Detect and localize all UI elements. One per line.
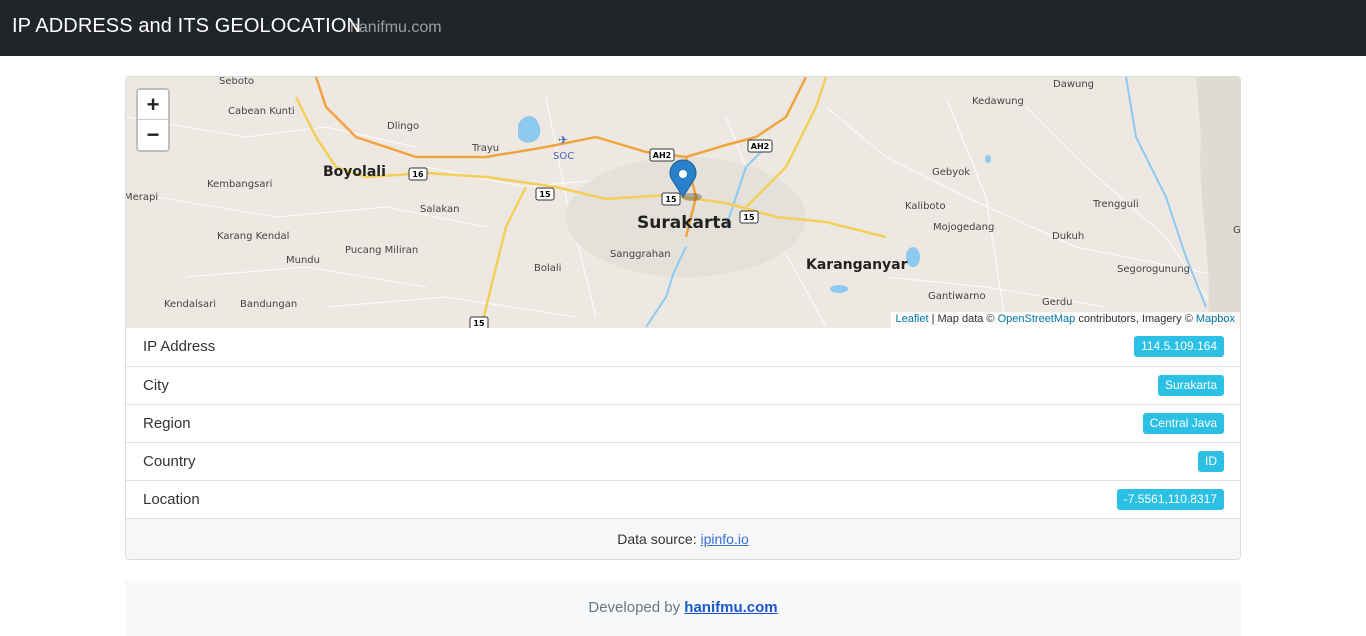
map-label-dlingo: Dlingo [387,121,419,132]
map-label-trengguli: Trengguli [1092,199,1139,210]
map-label-g: G [1233,225,1240,236]
map-label-boyolali: Boyolali [323,164,386,180]
map-label-mojogedang: Mojogedang [933,222,994,233]
map-label-dukuh: Dukuh [1052,231,1084,242]
map-label-sanggrahan: Sanggrahan [610,249,671,260]
value-badge: -7.5561,110.8317 [1116,489,1224,510]
list-item-label: IP Address [143,338,216,355]
map-attribution: Leaflet | Map data © OpenStreetMap contr… [890,312,1240,328]
map-label-kaliboto: Kaliboto [905,201,946,212]
map-label-karanganyar: Karanganyar [806,257,908,273]
road-shield-15: 15 [665,195,677,204]
list-item-city: City Surakarta [126,366,1240,404]
map-label-bolali: Bolali [534,263,561,274]
map-label-salakan: Salakan [420,204,459,215]
map-tiles: 16 15 15 15 15 AH2 AH2 ✈ Seboto Cabean K… [126,77,1240,328]
airport-icon: ✈ [558,133,568,147]
nav-link-hanifmu[interactable]: hanifmu.com [350,19,442,37]
openstreetmap-link[interactable]: OpenStreetMap [998,313,1076,325]
map[interactable]: 16 15 15 15 15 AH2 AH2 ✈ Seboto Cabean K… [126,77,1240,328]
map-label-segorogunung: Segorogunung [1117,264,1190,275]
map-label-kendalsari: Kendalsari [164,299,216,310]
geolocation-card: 16 15 15 15 15 AH2 AH2 ✈ Seboto Cabean K… [125,76,1241,560]
list-item-location: Location -7.5561,110.8317 [126,480,1240,518]
map-label-cabean-kunti: Cabean Kunti [228,106,295,117]
map-label-dawung: Dawung [1053,79,1094,90]
data-source-text: Data source: [617,531,701,547]
map-label-seboto: Seboto [219,77,254,87]
map-label-karang-kendal: Karang Kendal [217,231,289,242]
map-label-gerdu: Gerdu [1042,297,1073,308]
road-shield-15: 15 [743,213,755,222]
attribution-text: contributors, Imagery © [1075,313,1196,325]
zoom-control: + − [136,88,170,152]
list-item-label: Region [143,415,191,432]
card-footer: Data source: ipinfo.io [126,518,1240,559]
zoom-out-button[interactable]: − [138,120,168,150]
value-badge: Central Java [1142,413,1224,434]
map-label-surakarta: Surakarta [637,213,732,233]
value-badge: 114.5.109.164 [1134,336,1224,357]
details-list: IP Address 114.5.109.164 City Surakarta … [126,328,1240,518]
map-label-gantiwarno: Gantiwarno [928,291,986,302]
developer-link[interactable]: hanifmu.com [684,599,777,616]
list-item-label: Location [143,491,200,508]
road-shield-ah2: AH2 [751,142,769,151]
map-label-trayu: Trayu [471,143,499,154]
reservoir [518,116,541,143]
road-shield-15: 15 [539,190,551,199]
attribution-text: | Map data © [928,313,998,325]
page-footer: Developed by hanifmu.com [125,580,1241,636]
map-label-bandungan: Bandungan [240,299,297,310]
map-label-kembangsari: Kembangsari [207,179,272,190]
zoom-in-button[interactable]: + [138,90,168,120]
value-badge: Surakarta [1157,375,1224,396]
list-item-ip-address: IP Address 114.5.109.164 [126,328,1240,366]
map-label-gebyok: Gebyok [932,167,970,178]
navbar: IP ADDRESS and ITS GEOLOCATION hanifmu.c… [0,0,1366,56]
map-label-mundu: Mundu [286,255,320,266]
list-item-label: City [143,377,169,394]
road-shield-16: 16 [412,170,424,179]
map-label-merapi: Merapi [126,192,158,203]
map-label-pucang-miliran: Pucang Miliran [345,245,418,256]
list-item-country: Country ID [126,442,1240,480]
mapbox-link[interactable]: Mapbox [1196,313,1235,325]
list-item-region: Region Central Java [126,404,1240,442]
road-shield-ah2: AH2 [653,151,671,160]
value-badge: ID [1198,451,1224,472]
map-label-kedawung: Kedawung [972,96,1024,107]
map-label-soc: SOC [553,151,574,162]
list-item-label: Country [143,453,196,470]
leaflet-link[interactable]: Leaflet [896,313,929,325]
developed-by-text: Developed by [588,599,685,616]
navbar-brand[interactable]: IP ADDRESS and ITS GEOLOCATION [12,15,361,38]
ipinfo-link[interactable]: ipinfo.io [701,531,749,547]
road-shield-15: 15 [473,319,485,328]
